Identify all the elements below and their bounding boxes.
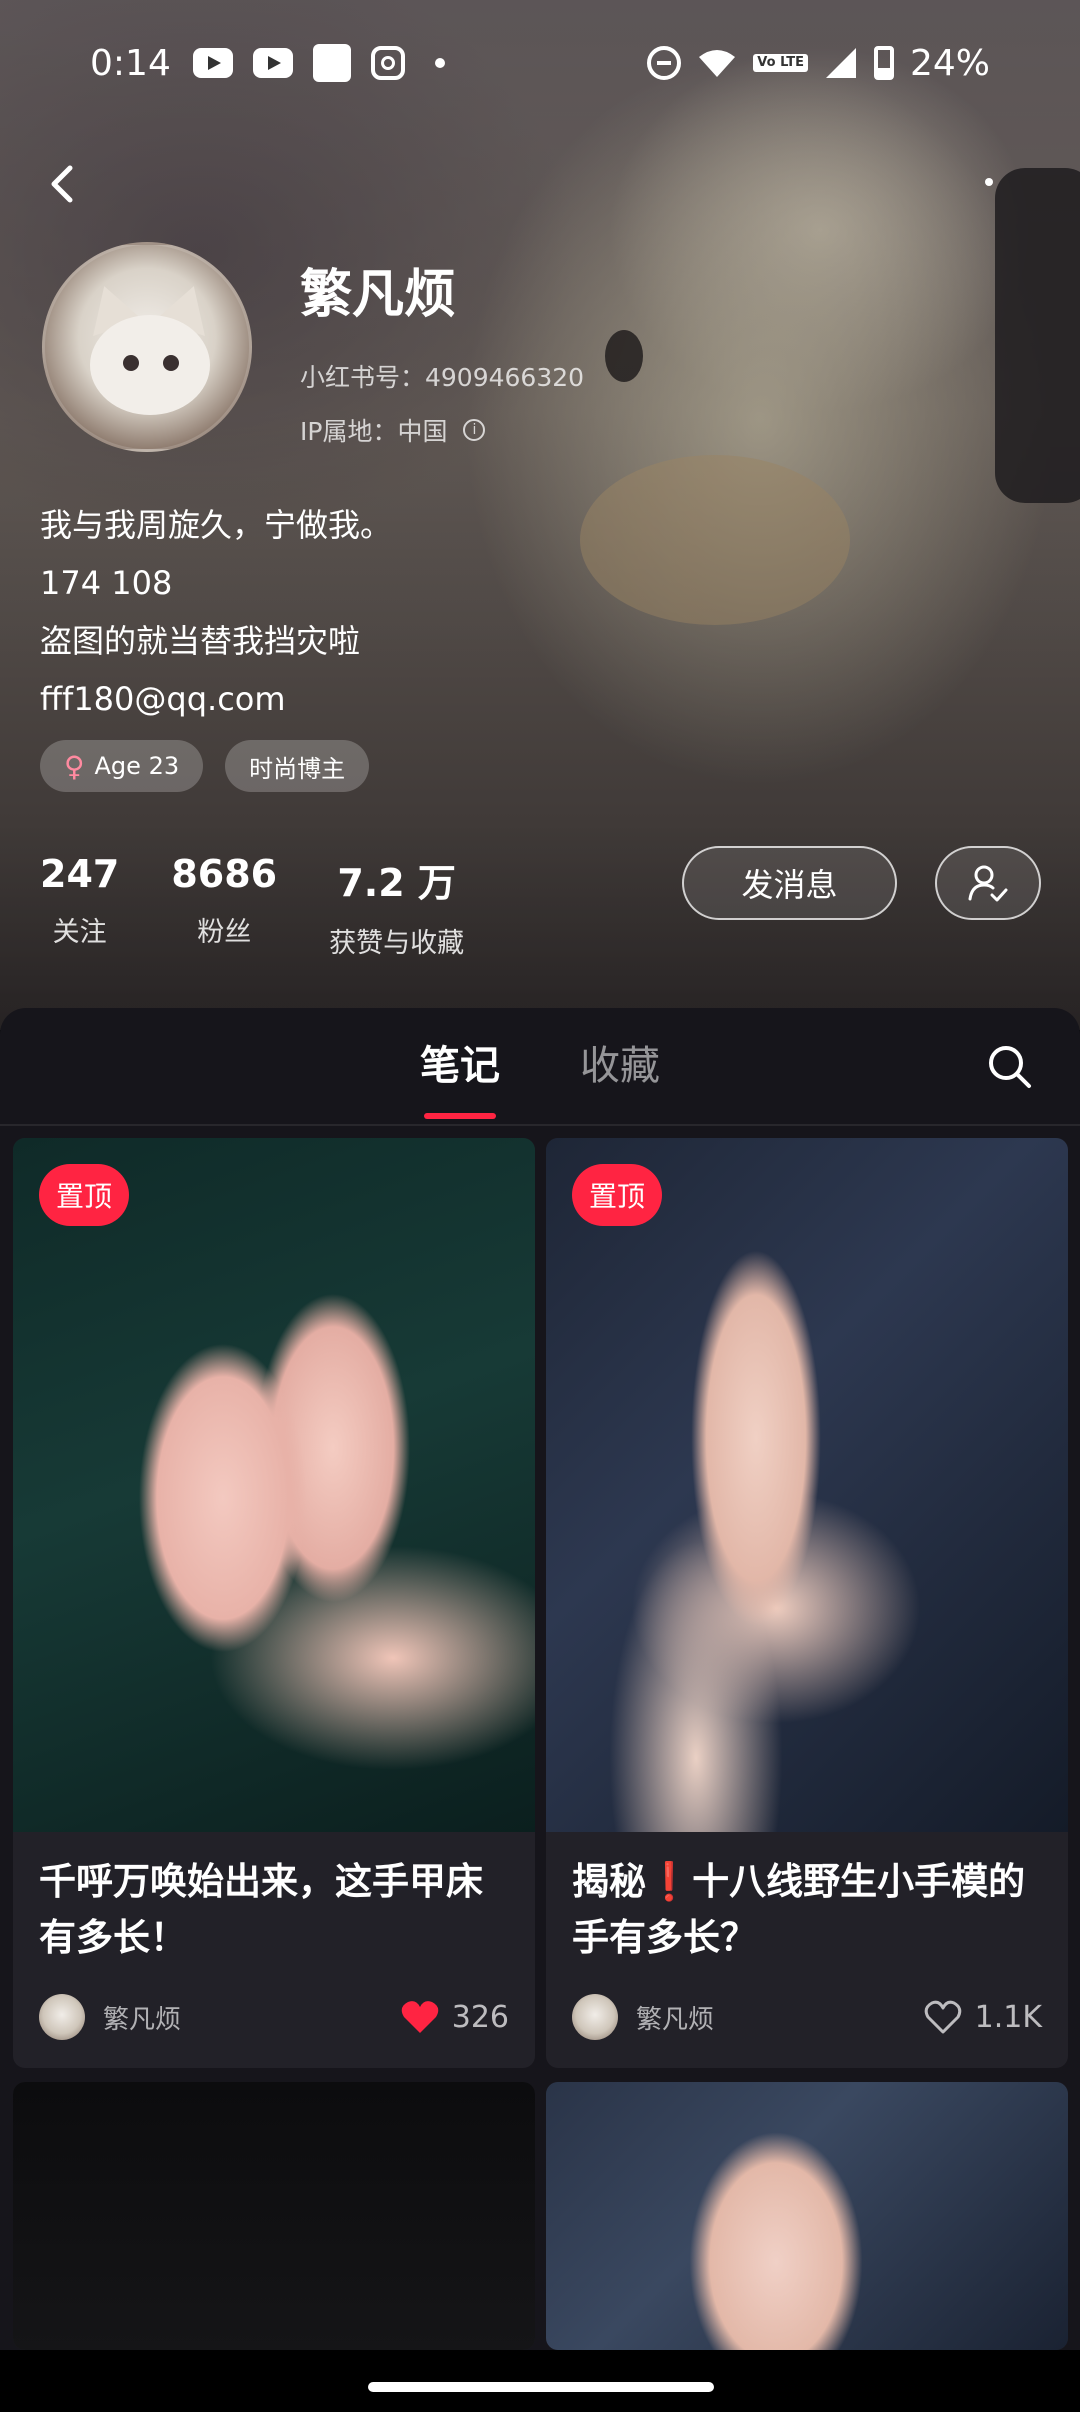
wifi-icon (699, 50, 736, 77)
bio: 我与我周旋久，宁做我。 174 108 盗图的就当替我挡灾啦 fff180@qq… (40, 496, 392, 728)
tabs-divider (0, 1124, 1080, 1126)
home-indicator[interactable] (368, 2382, 714, 2392)
do-not-disturb-icon (647, 46, 682, 80)
tag-label: 时尚博主 (249, 754, 346, 783)
stat-followers[interactable]: 8686 粉丝 (171, 852, 277, 960)
tag-category: 时尚博主 (225, 740, 370, 792)
post-footer: 繁凡烦 1.1K (546, 1972, 1068, 2062)
battery-icon (873, 46, 894, 80)
like-button[interactable]: 326 (400, 1999, 509, 2035)
app-notification-icon (312, 44, 351, 82)
tab-label: 笔记 (420, 1043, 500, 1089)
author-avatar[interactable] (39, 1994, 85, 2040)
stat-label: 获赞与收藏 (329, 928, 465, 959)
post-title[interactable]: 揭秘❗十八线野生小手模的手有多长？ (546, 1832, 1068, 1972)
search-button[interactable] (985, 1042, 1035, 1092)
system-icons: Vo LTE 24% (647, 43, 990, 84)
send-message-button[interactable]: 发消息 (682, 846, 897, 920)
tag-label: Age 23 (94, 752, 180, 780)
notification-icons (192, 44, 445, 82)
avatar-cat-face (90, 315, 210, 415)
tag-age: ♀ Age 23 (40, 740, 204, 792)
red-id: 小红书号：4909466320 (300, 363, 585, 392)
author-avatar[interactable] (572, 1994, 618, 2040)
volte-icon: Vo LTE (753, 54, 808, 72)
tab-favorites[interactable]: 收藏 (580, 1033, 660, 1101)
heart-outline-icon (924, 2000, 961, 2034)
stat-likes-favorites[interactable]: 7.2 万 获赞与收藏 (329, 852, 464, 960)
youtube-icon (252, 48, 293, 78)
bio-line: 我与我周旋久，宁做我。 (40, 506, 393, 544)
stat-value: 247 (40, 852, 120, 896)
post-image[interactable] (13, 2082, 535, 2350)
like-count: 1.1K (974, 1999, 1042, 2035)
stat-value: 8686 (171, 852, 278, 896)
bio-line: fff180@qq.com (40, 680, 286, 718)
username: 繁凡烦 (300, 265, 457, 325)
followed-button[interactable] (935, 846, 1041, 920)
profile-stats: 247 关注 8686 粉丝 7.2 万 获赞与收藏 (40, 852, 516, 960)
chevron-left-icon (51, 165, 73, 203)
stat-label: 粉丝 (197, 917, 252, 948)
side-dot (985, 178, 993, 186)
signal-icon (825, 48, 856, 78)
avatar[interactable] (42, 242, 252, 452)
post-card[interactable]: 置顶 揭秘❗十八线野生小手模的手有多长？ 繁凡烦 1.1K (546, 1138, 1068, 2068)
bio-line: 盗图的就当替我挡灾啦 (40, 622, 361, 660)
pinned-badge: 置顶 (572, 1164, 662, 1226)
post-card[interactable]: 置顶 千呼万唤始出来，这手甲床有多长！ 繁凡烦 326 (13, 1138, 535, 2068)
heart-filled-icon (401, 2001, 438, 2033)
post-card[interactable] (546, 2082, 1068, 2350)
stat-label: 关注 (52, 917, 107, 948)
avatar-cat-eye (163, 355, 179, 371)
stat-value: 7.2 万 (337, 861, 456, 905)
tab-label: 收藏 (580, 1043, 660, 1089)
profile-tabs: 笔记 收藏 (0, 1008, 1080, 1126)
like-button[interactable]: 1.1K (923, 1999, 1042, 2035)
search-icon (989, 1046, 1031, 1088)
ip-location: IP属地：中国 i (300, 412, 486, 448)
pinned-badge: 置顶 (39, 1164, 129, 1226)
post-author[interactable]: 繁凡烦 (103, 1999, 181, 2036)
user-check-icon (968, 865, 1008, 902)
tab-notes[interactable]: 笔记 (420, 1033, 500, 1119)
post-image[interactable]: 置顶 (13, 1138, 535, 1832)
back-button[interactable] (36, 150, 96, 216)
profile-tags: ♀ Age 23 时尚博主 (40, 740, 370, 792)
more-notifications-dot-icon (434, 58, 445, 68)
active-tab-indicator (424, 1113, 496, 1119)
side-preview-card[interactable] (995, 168, 1080, 503)
avatar-cat-eye (123, 355, 139, 371)
female-icon: ♀ (64, 749, 85, 783)
post-footer: 繁凡烦 326 (13, 1972, 535, 2062)
info-icon[interactable]: i (463, 419, 486, 441)
post-image[interactable]: 置顶 (546, 1138, 1068, 1832)
status-time: 0:14 (90, 42, 171, 84)
like-count: 326 (451, 1999, 509, 2035)
status-bar: 0:14 Vo LTE 24% (0, 30, 1080, 96)
post-card[interactable] (13, 2082, 535, 2350)
ip-location-text: IP属地：中国 (300, 417, 448, 446)
youtube-icon (192, 48, 233, 78)
post-author[interactable]: 繁凡烦 (636, 1999, 714, 2036)
post-image[interactable] (546, 2082, 1068, 2350)
system-nav-bar (0, 2350, 1080, 2412)
post-title[interactable]: 千呼万唤始出来，这手甲床有多长！ (13, 1832, 535, 1972)
instagram-icon (370, 46, 405, 80)
bio-line: 174 108 (40, 564, 173, 602)
stat-following[interactable]: 247 关注 (40, 852, 119, 960)
battery-percent: 24% (909, 42, 990, 84)
